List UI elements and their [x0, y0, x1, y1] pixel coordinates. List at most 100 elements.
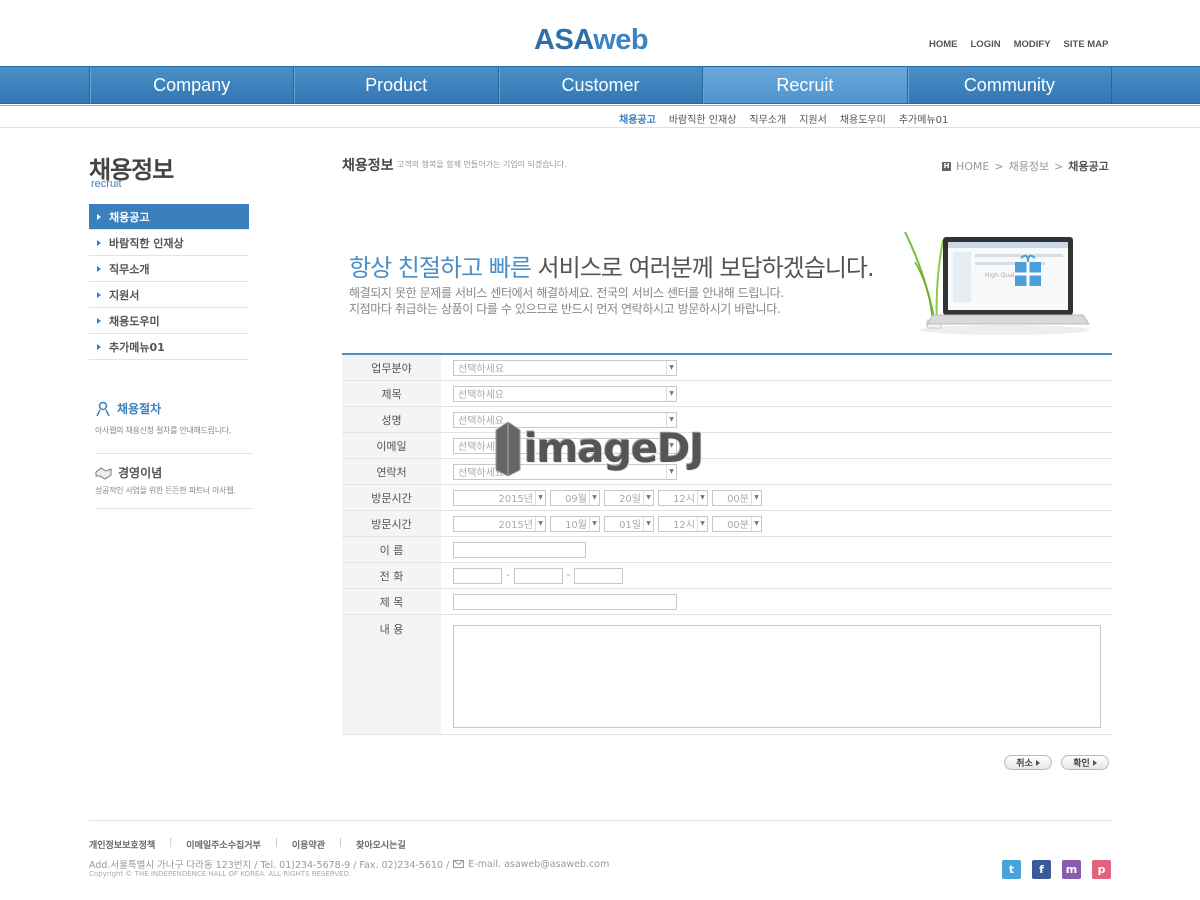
visit-time-label: 방문시간 [342, 511, 441, 536]
form-row: 제 목 [342, 589, 1112, 615]
nav-company[interactable]: Company [90, 67, 295, 103]
footer-email[interactable]: E-mail. asaweb@asaweb.com [468, 859, 609, 870]
phone-input-2[interactable] [513, 567, 563, 584]
sitemap-link[interactable]: SITE MAP [1064, 39, 1109, 50]
handshake-icon [95, 466, 112, 480]
confirm-button[interactable]: 확인 [1061, 755, 1109, 770]
visit2-day-select[interactable]: 01일 ▼ [604, 515, 654, 532]
footer-links: 개인정보보호정책 | 이메일주소수집거부 | 이용약관 | 찾아오시는길 [89, 838, 406, 851]
footer-link-email-refusal[interactable]: 이메일주소수집거부 [186, 838, 261, 851]
nav-recruit[interactable]: Recruit [703, 67, 908, 103]
form-row: 전 화 - - [342, 563, 1112, 589]
chevron-down-icon: ▼ [666, 360, 676, 375]
visit1-hour-select[interactable]: 12시 ▼ [658, 489, 708, 506]
footer-link-directions[interactable]: 찾아오시는길 [356, 838, 406, 851]
breadcrumb-current: 채용공고 [1068, 160, 1109, 173]
footer-divider [89, 820, 1112, 821]
visit2-year-select[interactable]: 2015년 ▼ [453, 515, 546, 532]
play-icon [1035, 759, 1040, 766]
twitter-icon[interactable]: t [1002, 860, 1021, 879]
arrow-icon [97, 213, 101, 220]
sidebar-item-5[interactable]: 채용도우미 [89, 308, 249, 334]
visit1-month-select[interactable]: 09월 ▼ [550, 489, 600, 506]
play-icon [1092, 759, 1097, 766]
content-textarea[interactable] [453, 625, 1101, 728]
subnav-item-3[interactable]: 직무소개 [749, 111, 786, 126]
subject-input[interactable] [453, 593, 677, 610]
chevron-down-icon: ▼ [751, 516, 761, 531]
visit2-hour-select[interactable]: 12시 ▼ [658, 515, 708, 532]
chevron-down-icon: ▼ [589, 516, 599, 531]
visit2-month-select[interactable]: 10월 ▼ [550, 515, 600, 532]
page-description: 고객의 행복을 함께 만들어가는 기업이 되겠습니다. [397, 160, 567, 169]
business-field-select[interactable]: 선택하세요 ▼ [453, 359, 677, 376]
arrow-icon [97, 239, 101, 246]
side-box-process[interactable]: 채용절차 아사웹의 채용신청 절차를 안내해드립니다. [95, 400, 253, 454]
subnav-item-5[interactable]: 채용도우미 [840, 111, 886, 126]
chevron-down-icon: ▼ [589, 490, 599, 505]
nav-customer[interactable]: Customer [499, 67, 704, 103]
name2-label: 이 름 [342, 537, 441, 562]
subnav-item-1[interactable]: 채용공고 [619, 111, 656, 126]
sidebar-item-6[interactable]: 추가메뉴01 [89, 334, 249, 360]
nav-community[interactable]: Community [908, 67, 1113, 103]
sns-links: t f m p [1002, 860, 1111, 879]
person-icon [96, 401, 110, 416]
arrow-icon [97, 317, 101, 324]
logo[interactable]: ASAweb [534, 24, 649, 57]
cancel-button[interactable]: 취소 [1004, 755, 1052, 770]
utility-links: HOME LOGIN MODIFY SITE MAP [929, 39, 1108, 50]
phone-input-3[interactable] [574, 567, 624, 584]
content-label: 내 용 [342, 615, 441, 734]
chevron-down-icon: ▼ [666, 386, 676, 401]
form-row: 연락처 선택하세요 ▼ [342, 459, 1112, 485]
facebook-icon[interactable]: f [1032, 860, 1051, 879]
form-row: 제목 선택하세요 ▼ [342, 381, 1112, 407]
name-label: 성명 [342, 407, 441, 432]
breadcrumb-home[interactable]: HOME [956, 160, 989, 173]
login-link[interactable]: LOGIN [971, 39, 1001, 50]
subnav-item-2[interactable]: 바람직한 인재상 [669, 111, 737, 126]
sidebar-item-3[interactable]: 직무소개 [89, 256, 249, 282]
sidebar-item-1[interactable]: 채용공고 [89, 204, 249, 230]
side-nav: 채용공고 바람직한 인재상 직무소개 지원서 채용도우미 추가메뉴01 [89, 204, 249, 360]
side-box-philosophy[interactable]: 경영이념 성공적인 사업을 위한 든든한 파트너 아사웹. [95, 464, 253, 509]
footer-link-terms[interactable]: 이용약관 [292, 838, 325, 851]
chevron-down-icon: ▼ [535, 516, 545, 531]
visit1-minute-select[interactable]: 00분 ▼ [712, 489, 762, 506]
banner-text: 해결되지 못한 문제를 서비스 센터에서 해결하세요. 전국의 서비스 센터를 … [349, 286, 784, 316]
arrow-icon [97, 265, 101, 272]
visit1-year-select[interactable]: 2015년 ▼ [453, 489, 546, 506]
subnav-item-6[interactable]: 추가메뉴01 [899, 111, 949, 126]
mail-icon [453, 860, 465, 868]
subject-select[interactable]: 선택하세요 ▼ [453, 385, 677, 402]
sidebar-item-4[interactable]: 지원서 [89, 282, 249, 308]
copyright: Copyright © THE INDEPENDENCE HALL OF KOR… [89, 870, 352, 878]
footer-link-privacy[interactable]: 개인정보보호정책 [89, 838, 155, 851]
subnav-item-4[interactable]: 지원서 [799, 111, 827, 126]
subject-label: 제목 [342, 381, 441, 406]
arrow-icon [97, 291, 101, 298]
arrow-icon [97, 343, 101, 350]
form-row: 방문시간 2015년 ▼ 10월 ▼ 01일 ▼ 12시 ▼ 00분 ▼ [342, 511, 1112, 537]
form-row: 성명 선택하세요 ▼ [342, 407, 1112, 433]
chevron-right-icon: > [1054, 159, 1064, 173]
banner-headline: 항상 친절하고 빠른 서비스로 여러분께 보답하겠습니다. [349, 254, 875, 282]
modify-link[interactable]: MODIFY [1014, 39, 1051, 50]
section-subtitle: recruit [91, 178, 122, 190]
messenger-icon[interactable]: m [1062, 860, 1081, 879]
name-input[interactable] [453, 541, 586, 558]
home-link[interactable]: HOME [929, 39, 958, 50]
sidebar-item-2[interactable]: 바람직한 인재상 [89, 230, 249, 256]
chevron-right-icon: > [994, 159, 1004, 173]
watermark: imageDJ [494, 420, 704, 478]
visit2-minute-select[interactable]: 00분 ▼ [712, 515, 762, 532]
nav-product[interactable]: Product [294, 67, 499, 103]
phone-input-1[interactable] [453, 567, 502, 584]
visit1-day-select[interactable]: 20일 ▼ [604, 489, 654, 506]
form-row: 이 름 [342, 537, 1112, 563]
watermark-logo-icon [495, 421, 521, 477]
breadcrumb-section[interactable]: 채용정보 [1009, 158, 1049, 174]
laptop-illustration: High Quality [904, 232, 1090, 335]
pig-icon[interactable]: p [1092, 860, 1111, 879]
